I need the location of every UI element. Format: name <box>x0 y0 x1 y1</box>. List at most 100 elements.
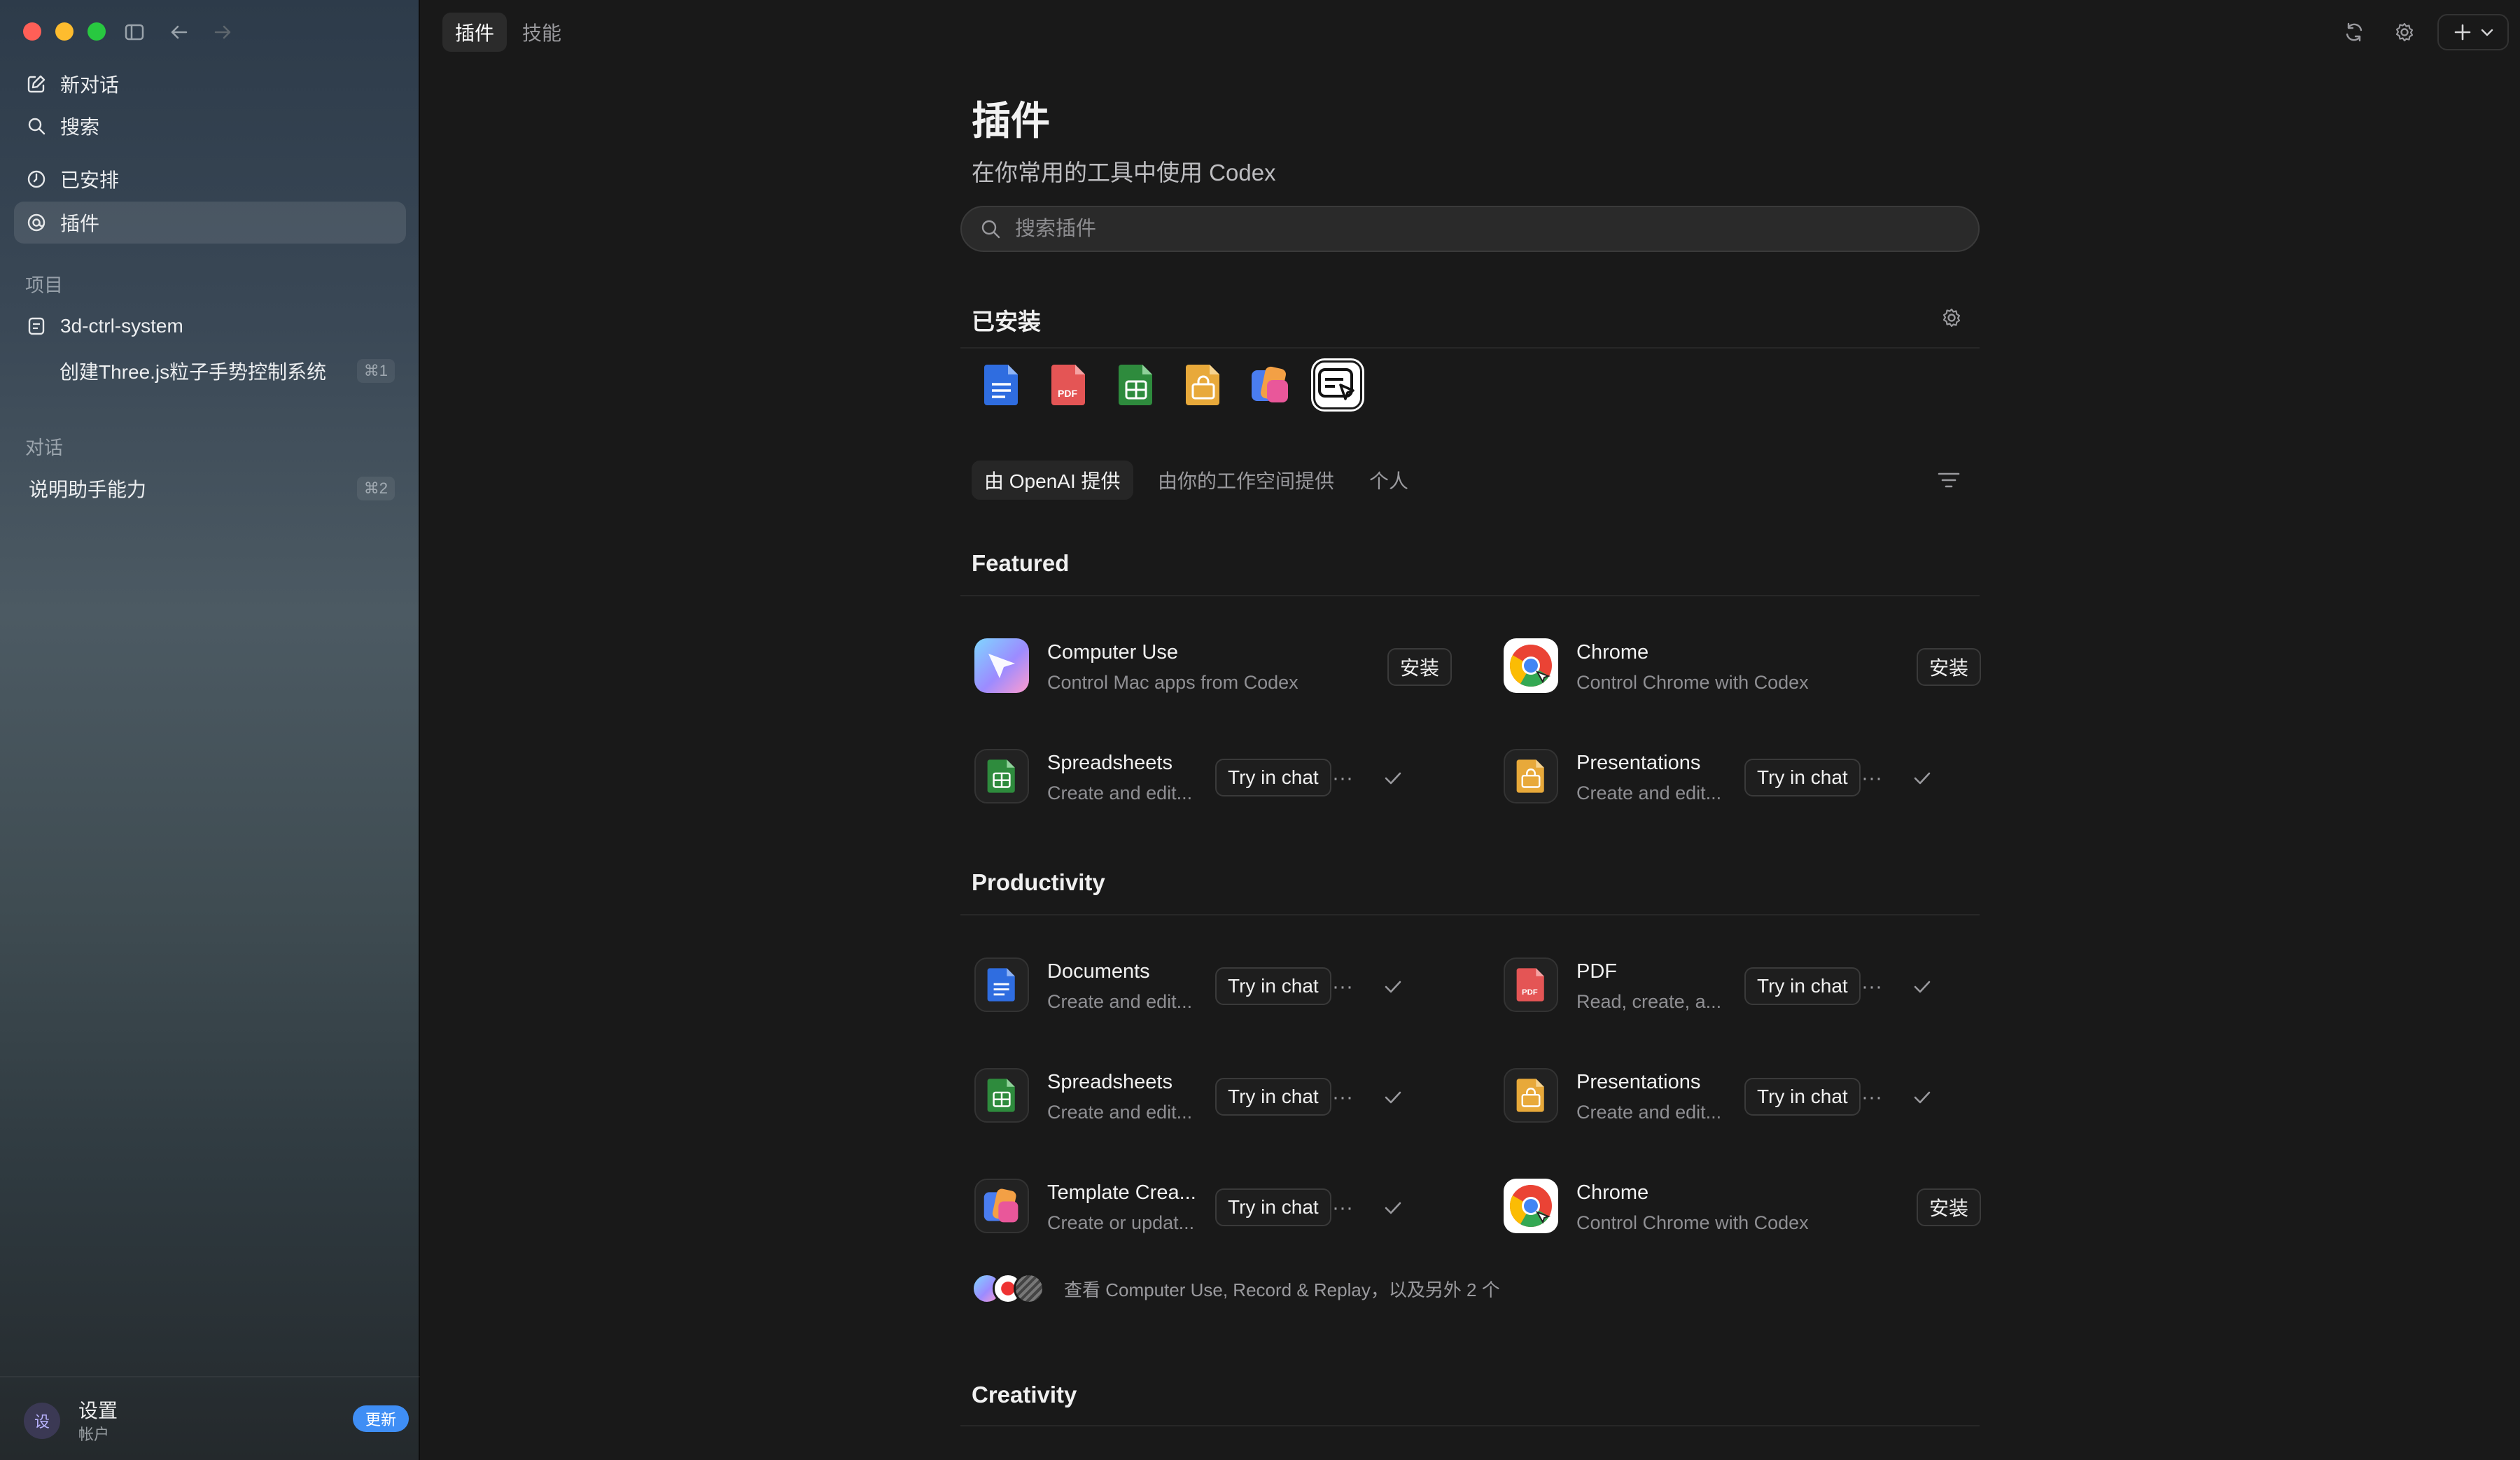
try-in-chat-button[interactable]: Try in chat <box>1215 967 1331 1005</box>
more-options-icon[interactable]: ··· <box>1856 971 1887 1002</box>
sidebar-project-task[interactable]: 创建Three.js粒子手势控制系统 ⌘1 <box>14 350 406 392</box>
checkmark-icon <box>1378 1193 1408 1223</box>
other-plugin-mini-icon <box>1014 1273 1044 1304</box>
filter-tab-label: 由 OpenAI 提供 <box>984 470 1121 492</box>
pdf-icon: PDF <box>1504 957 1558 1012</box>
try-in-chat-button[interactable]: Try in chat <box>1215 759 1331 796</box>
more-options-icon[interactable]: ··· <box>1856 763 1887 794</box>
filter-tab-workspace[interactable]: 由你的工作空间提供 <box>1145 461 1347 500</box>
plugin-search-field[interactable] <box>960 206 1980 252</box>
forward-arrow-icon[interactable] <box>209 18 237 46</box>
installed-settings-gear-icon[interactable] <box>1936 302 1967 333</box>
divider <box>960 914 1980 915</box>
plugin-description: Create and edit... <box>1576 1102 1722 1123</box>
try-in-chat-button[interactable]: Try in chat <box>1215 1188 1331 1226</box>
installed-pdf-icon[interactable]: PDF <box>1044 360 1093 409</box>
chat-item-label: 说明助手能力 <box>29 479 147 500</box>
plugin-name: Presentations <box>1576 752 1701 774</box>
sidebar-toggle-icon[interactable] <box>120 18 148 46</box>
more-options-icon[interactable]: ··· <box>1327 971 1358 1002</box>
chrome-icon <box>1504 1179 1558 1233</box>
more-options-icon[interactable]: ··· <box>1327 1193 1358 1223</box>
compose-icon <box>25 73 48 95</box>
search-icon <box>979 217 1002 241</box>
plugin-card-spreadsheets[interactable]: Spreadsheets Create and edit... Try in c… <box>960 735 1464 812</box>
avatar[interactable]: 设 <box>24 1403 60 1439</box>
plugin-card-presentations[interactable]: Presentations Create and edit... Try in … <box>1490 735 1994 812</box>
installed-heading: 已安装 <box>972 309 1041 335</box>
installed-spreadsheets-icon[interactable] <box>1112 360 1161 409</box>
chrome-icon <box>1504 638 1558 693</box>
refresh-icon[interactable] <box>2337 15 2371 49</box>
plus-icon <box>2454 24 2470 41</box>
filter-tab-openai[interactable]: 由 OpenAI 提供 <box>972 461 1133 500</box>
shortcut-badge: ⌘1 <box>356 359 395 383</box>
zoom-window-button[interactable] <box>88 22 106 41</box>
install-button[interactable]: 安装 <box>1916 1188 1981 1226</box>
filter-icon[interactable] <box>1933 465 1964 496</box>
installed-presentations-icon[interactable] <box>1179 360 1228 409</box>
tab-skills[interactable]: 技能 <box>510 13 574 52</box>
installed-record-replay-icon[interactable] <box>1313 360 1362 409</box>
update-badge[interactable]: 更新 <box>353 1405 409 1432</box>
install-button[interactable]: 安装 <box>1916 648 1981 686</box>
plugin-card-template-creator[interactable]: Template Crea... Create or updat... Try … <box>960 1165 1464 1242</box>
settings-title[interactable]: 设置 <box>78 1396 118 1424</box>
plugin-card-computer-use[interactable]: Computer Use Control Mac apps from Codex… <box>960 624 1464 701</box>
plugin-name: Documents <box>1047 960 1150 983</box>
project-name: 3d-ctrl-system <box>60 315 183 337</box>
plugin-description: Create and edit... <box>1576 782 1722 803</box>
sidebar-chat-item[interactable]: 说明助手能力 ⌘2 <box>14 468 406 510</box>
gear-icon[interactable] <box>2388 15 2421 49</box>
installed-template-creator-icon[interactable] <box>1246 360 1295 409</box>
sidebar-item-scheduled[interactable]: 已安排 <box>14 158 406 200</box>
plugin-card-chrome[interactable]: Chrome Control Chrome with Codex 安装 <box>1490 624 1994 701</box>
plugin-card-presentations[interactable]: Presentations Create and edit... Try in … <box>1490 1054 1994 1131</box>
more-options-icon[interactable]: ··· <box>1327 763 1358 794</box>
close-window-button[interactable] <box>23 22 41 41</box>
sidebar: 新对话 搜索 已安排 插件 项目 3d-ctrl-system 创建Three.… <box>0 0 420 1460</box>
minimize-window-button[interactable] <box>55 22 74 41</box>
install-button[interactable]: 安装 <box>1387 648 1452 686</box>
plugin-card-documents[interactable]: Documents Create and edit... Try in chat… <box>960 943 1464 1020</box>
clock-icon <box>25 168 48 190</box>
more-options-icon[interactable]: ··· <box>1856 1082 1887 1113</box>
plugin-search-input[interactable] <box>1015 217 1925 241</box>
plugin-description: Create and edit... <box>1047 782 1193 803</box>
back-arrow-icon[interactable] <box>165 18 193 46</box>
plugin-name: Template Crea... <box>1047 1181 1196 1204</box>
computer-use-icon <box>974 638 1029 693</box>
try-in-chat-button[interactable]: Try in chat <box>1744 967 1861 1005</box>
documents-icon <box>974 957 1029 1012</box>
plugin-name: Chrome <box>1576 1181 1649 1204</box>
try-in-chat-button[interactable]: Try in chat <box>1744 759 1861 796</box>
plugin-at-icon <box>25 211 48 234</box>
try-in-chat-button[interactable]: Try in chat <box>1744 1078 1861 1116</box>
template-creator-icon <box>974 1179 1029 1233</box>
plugin-description: Create and edit... <box>1047 991 1193 1012</box>
more-options-icon[interactable]: ··· <box>1327 1082 1358 1113</box>
checkmark-icon <box>1907 763 1938 794</box>
checkmark-icon <box>1378 1082 1408 1113</box>
tab-plugins[interactable]: 插件 <box>442 13 507 52</box>
checkmark-icon <box>1907 1082 1938 1113</box>
try-in-chat-button[interactable]: Try in chat <box>1215 1078 1331 1116</box>
filter-tab-personal[interactable]: 个人 <box>1357 461 1421 500</box>
checkmark-icon <box>1907 971 1938 1002</box>
see-more-text: 查看 Computer Use, Record & Replay，以及另外 2 … <box>1064 1279 1500 1300</box>
plugin-description: Create and edit... <box>1047 1102 1193 1123</box>
see-more-link[interactable]: 查看 Computer Use, Record & Replay，以及另外 2 … <box>972 1272 1500 1305</box>
plugin-name: Chrome <box>1576 641 1649 664</box>
sidebar-item-plugins[interactable]: 插件 <box>14 202 406 244</box>
plugin-card-spreadsheets[interactable]: Spreadsheets Create and edit... Try in c… <box>960 1054 1464 1131</box>
new-menu-button[interactable] <box>2437 14 2509 50</box>
page-title: 插件 <box>972 99 1050 143</box>
sidebar-item-search[interactable]: 搜索 <box>14 105 406 147</box>
sidebar-item-new-chat[interactable]: 新对话 <box>14 63 406 105</box>
plugin-card-pdf[interactable]: PDF PDF Read, create, a... Try in chat ·… <box>1490 943 1994 1020</box>
plugin-card-chrome[interactable]: Chrome Control Chrome with Codex 安装 <box>1490 1165 1994 1242</box>
sidebar-item-label: 新对话 <box>60 74 120 96</box>
installed-documents-icon[interactable] <box>977 360 1026 409</box>
sidebar-project-item[interactable]: 3d-ctrl-system <box>14 305 406 347</box>
projects-heading: 项目 <box>25 275 63 296</box>
